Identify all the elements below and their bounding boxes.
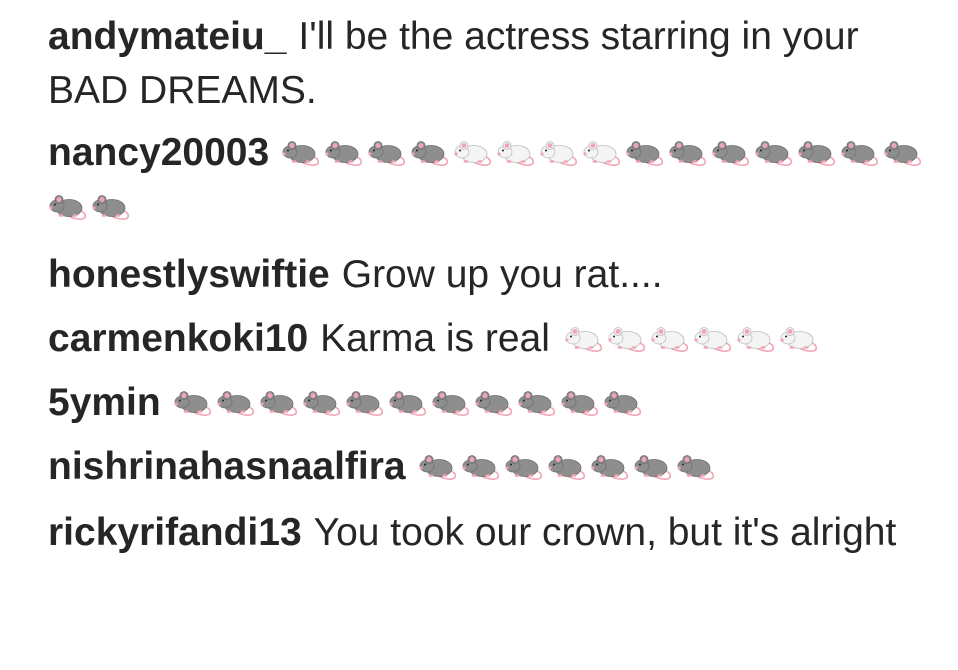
rat-icon	[48, 193, 88, 221]
mouse-icon	[564, 325, 604, 353]
rat-icon	[625, 139, 665, 167]
rat-icon	[431, 389, 471, 417]
rat-icon	[259, 389, 299, 417]
rat-icon	[590, 453, 630, 481]
comment-username[interactable]: nancy20003	[48, 131, 269, 174]
rat-icon	[388, 389, 428, 417]
comment-username[interactable]: rickyrifandi13	[48, 511, 302, 554]
rat-icon	[883, 139, 923, 167]
comment-list: andymateiu_ I'll be the actress starring …	[48, 10, 928, 560]
rat-icon	[754, 139, 794, 167]
comment-emojis	[418, 445, 719, 488]
rat-icon	[504, 453, 544, 481]
rat-icon	[517, 389, 557, 417]
mouse-icon	[582, 139, 622, 167]
rat-icon	[560, 389, 600, 417]
comment-text: Grow up you rat....	[341, 253, 663, 296]
comment: andymateiu_ I'll be the actress starring …	[48, 10, 928, 118]
comment: nancy20003	[48, 126, 928, 234]
mouse-icon	[607, 325, 647, 353]
comment-username[interactable]: nishrinahasnaalfira	[48, 445, 406, 488]
rat-icon	[668, 139, 708, 167]
comment-text: Karma is real	[320, 317, 550, 360]
comment: honestlyswiftie Grow up you rat....	[48, 248, 928, 302]
rat-icon	[281, 139, 321, 167]
rat-icon	[547, 453, 587, 481]
rat-icon	[345, 389, 385, 417]
comment-username[interactable]: 5ymin	[48, 381, 161, 424]
rat-icon	[216, 389, 256, 417]
rat-icon	[461, 453, 501, 481]
mouse-icon	[736, 325, 776, 353]
rat-icon	[797, 139, 837, 167]
rat-icon	[418, 453, 458, 481]
rat-icon	[410, 139, 450, 167]
comment: nishrinahasnaalfira	[48, 440, 928, 494]
mouse-icon	[453, 139, 493, 167]
comment: 5ymin	[48, 376, 928, 430]
rat-icon	[173, 389, 213, 417]
mouse-icon	[496, 139, 536, 167]
mouse-icon	[693, 325, 733, 353]
mouse-icon	[539, 139, 579, 167]
rat-icon	[324, 139, 364, 167]
rat-icon	[676, 453, 716, 481]
comment: carmenkoki10 Karma is real	[48, 312, 928, 366]
rat-icon	[840, 139, 880, 167]
rat-icon	[603, 389, 643, 417]
rat-icon	[711, 139, 751, 167]
comment: rickyrifandi13 You took our crown, but it…	[48, 506, 928, 560]
comment-text: You took our crown, but it's alright	[313, 511, 897, 554]
rat-icon	[91, 193, 131, 221]
comment-username[interactable]: carmenkoki10	[48, 317, 308, 360]
rat-icon	[474, 389, 514, 417]
comment-emojis	[173, 381, 646, 424]
rat-icon	[302, 389, 342, 417]
mouse-icon	[650, 325, 690, 353]
mouse-icon	[779, 325, 819, 353]
comment-username[interactable]: honestlyswiftie	[48, 253, 330, 296]
rat-icon	[633, 453, 673, 481]
rat-icon	[367, 139, 407, 167]
comment-username[interactable]: andymateiu_	[48, 15, 286, 58]
comment-emojis	[564, 317, 822, 360]
